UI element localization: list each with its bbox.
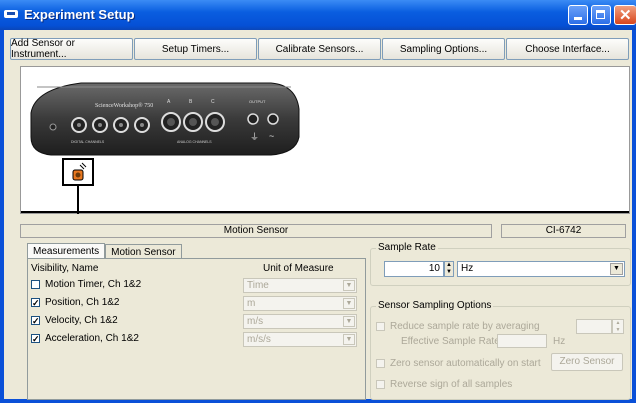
motion-sensor-icon[interactable] [62,158,94,186]
unit-value: m/s/s [247,334,271,345]
reverse-sign-checkbox[interactable] [376,380,385,389]
measurement-name: Motion Timer, Ch 1&2 [45,279,142,290]
unit-header: Unit of Measure [263,263,334,274]
measurement-row: ✓ Velocity, Ch 1&2 m/s ▼ [31,314,361,330]
calibrate-sensors-button[interactable]: Calibrate Sensors... [258,38,381,60]
title-bar[interactable]: Experiment Setup ✕ [0,0,636,30]
unit-value: m [247,298,256,309]
unit-value: m/s [247,316,264,327]
measurement-name: Position, Ch 1&2 [45,297,120,308]
app-icon [4,10,18,18]
choose-interface-button[interactable]: Choose Interface... [506,38,629,60]
analog-ports [161,112,225,132]
measurement-row: ✓ Acceleration, Ch 1&2 m/s/s ▼ [31,332,361,348]
measurement-name: Acceleration, Ch 1&2 [45,333,139,344]
unit-value: Time [247,280,269,291]
sample-rate-unit: Hz [461,263,474,274]
unit-select[interactable]: m ▼ [243,296,357,311]
measurement-name: Velocity, Ch 1&2 [45,315,118,326]
ac-wave-icon: ~ [269,131,274,141]
interface-device-image[interactable]: ScienceWorkshop® 750 A B C OUTPUT DIGITA… [21,67,629,213]
sample-rate-input[interactable]: 10 [384,261,444,277]
reverse-sign-label: Reverse sign of all samples [390,379,513,390]
maximize-button[interactable] [591,5,611,25]
sampling-options-button[interactable]: Sampling Options... [382,38,505,60]
tab-measurements[interactable]: Measurements [27,243,106,259]
maximize-icon [596,10,605,19]
sensor-sampling-options-group: Sensor Sampling Options Reduce sample ra… [370,300,631,400]
chevron-down-icon: ▼ [610,263,623,275]
zero-sensor-label: Zero sensor automatically on start [390,358,541,369]
minimize-button[interactable] [568,5,588,25]
measurements-panel: Visibility, Name Unit of Measure Motion … [27,258,366,400]
sample-rate-title: Sample Rate [376,242,438,253]
unit-select[interactable]: m/s ▼ [243,314,357,329]
chevron-down-icon: ▼ [343,280,355,291]
toolbar: Add Sensor or Instrument... Setup Timers… [10,38,630,62]
sample-rate-unit-select[interactable]: Hz ▼ [457,261,625,277]
minimize-icon [574,17,582,20]
sensor-id-field: CI-6742 [501,224,626,238]
tab-motion-sensor[interactable]: Motion Sensor [105,244,182,259]
sample-rate-spinner[interactable]: ▲ ▼ [444,261,454,277]
reduce-rate-checkbox[interactable] [376,322,385,331]
averaging-input[interactable] [576,319,612,334]
unit-select[interactable]: Time ▼ [243,278,357,293]
visibility-header: Visibility, Name [31,263,99,274]
window-title: Experiment Setup [24,7,135,22]
zero-sensor-button[interactable]: Zero Sensor [551,353,623,371]
sample-rate-group: Sample Rate 10 ▲ ▼ Hz ▼ [370,242,631,286]
close-button[interactable]: ✕ [614,5,636,25]
visibility-checkbox[interactable]: ✓ [31,334,40,344]
visibility-checkbox[interactable]: ✓ [31,316,40,326]
sensor-name-field: Motion Sensor [20,224,492,238]
zero-sensor-checkbox[interactable] [376,359,385,368]
sensor-options-title: Sensor Sampling Options [376,300,494,311]
chevron-down-icon: ▼ [343,298,355,309]
add-sensor-button[interactable]: Add Sensor or Instrument... [10,38,133,60]
effective-rate-unit: Hz [553,336,566,347]
analog-channels-label: ANALOG CHANNELS [177,140,212,144]
chevron-down-icon: ▼ [343,316,355,327]
port-letter-c: C [211,99,215,105]
averaging-spinner[interactable]: ▲ ▼ [612,319,624,334]
measurement-row: ✓ Position, Ch 1&2 m ▼ [31,296,361,312]
close-icon: ✕ [619,7,632,24]
sensor-status-bar: Motion Sensor CI-6742 [20,224,630,238]
reduce-rate-label: Reduce sample rate by averaging [390,321,540,332]
sensor-connection-line [77,186,79,214]
visibility-checkbox[interactable] [31,280,40,289]
sensor-tabs: Measurements Motion Sensor [27,243,182,259]
setup-timers-button[interactable]: Setup Timers... [134,38,257,60]
interface-diagram-area: ScienceWorkshop® 750 A B C OUTPUT DIGITA… [20,66,630,214]
sensor-graphic [72,162,87,181]
measurement-row: Motion Timer, Ch 1&2 Time ▼ [31,278,361,294]
visibility-checkbox[interactable]: ✓ [31,298,40,308]
chevron-down-icon: ▼ [343,334,355,345]
diagram-baseline [21,211,629,213]
effective-rate-field [497,334,547,348]
effective-rate-label: Effective Sample Rate [401,336,500,347]
unit-select[interactable]: m/s/s ▼ [243,332,357,347]
ground-icon: ⏚ [250,132,259,142]
digital-channels-label: DIGITAL CHANNELS [71,140,105,144]
output-label: OUTPUT [249,99,266,104]
device-brand-text: ScienceWorkshop® 750 [95,102,153,109]
